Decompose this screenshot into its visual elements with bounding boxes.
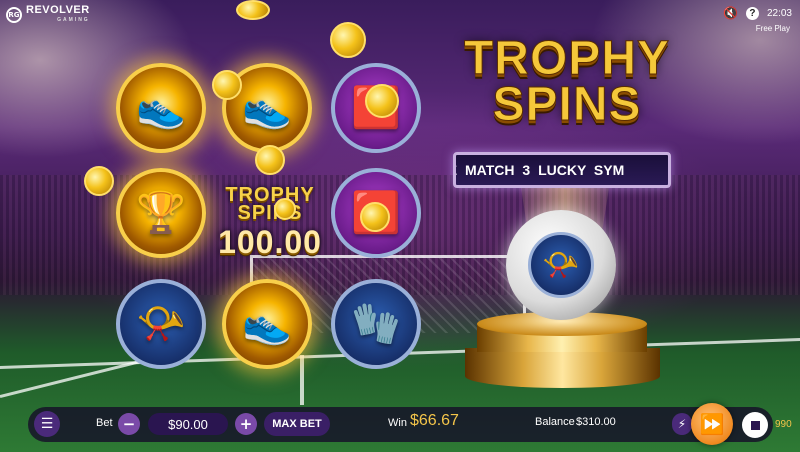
menu-button[interactable]: ☰ [34,411,60,437]
coin-icon [274,198,296,220]
bet-value: $90.00 [148,413,228,435]
hamburger-icon: ☰ [40,416,54,432]
coin-icon [330,22,366,58]
win-logo: TROPHY SPINS [200,185,340,224]
game-title-line1: TROPHY [463,32,670,85]
play-mode-label: Free Play [755,24,790,33]
win-amount: 100.00 [218,224,322,260]
coin-icon [255,145,285,175]
bet-label: Bet [96,417,113,429]
brand-badge: RG [6,7,22,23]
reel-symbol-whistle: 📯 [116,279,206,369]
coin-icon [212,70,242,100]
balance-value: $310.00 [576,416,616,428]
whistle-icon: 📯 [136,301,186,347]
coin-icon [236,0,270,20]
bet-increase-button[interactable]: + [235,413,257,435]
coin-icon [360,202,390,232]
golden-boot-icon: 👟 [242,301,292,347]
golden-boot-icon: 👟 [136,85,186,131]
reel-symbol-golden-boot: 👟 [116,63,206,153]
feature-symbol-whistle: 📯 [528,232,594,298]
whistle-icon: 📯 [542,247,580,283]
reel-symbol-golden-boot: 👟 [222,279,312,369]
brand-logo: RG REVOLVER GAMING [6,5,90,25]
trophy-icon: 🏆 [136,190,186,236]
autoplay-stop-button[interactable] [742,412,768,438]
ticker-text: AME MATCH 3 LUCKY SYM [456,162,625,178]
max-bet-button[interactable]: MAX BET [264,412,330,436]
speaker-mute-icon[interactable]: 🔇 [723,6,738,20]
clock: 22:03 [766,7,792,19]
win-label: Win [388,417,407,429]
autoplay-count: 990 [775,419,792,430]
pitch-line [300,355,304,405]
spin-button[interactable]: ⏩ [691,403,733,445]
info-ticker: AME MATCH 3 LUCKY SYM [453,152,671,188]
win-logo-line2: SPINS [237,202,303,224]
reel-symbol-golden-trophy: 🏆 [116,168,206,258]
win-value: $66.67 [410,412,459,429]
golden-boot-icon: 👟 [242,85,292,131]
bet-decrease-button[interactable]: − [118,413,140,435]
help-button[interactable]: ? [745,6,759,20]
glove-icon: 🧤 [351,301,401,347]
reel-symbol-goalkeeper-glove: 🧤 [331,279,421,369]
balance-label: Balance [535,416,575,428]
game-title: TROPHY SPINS [462,32,672,131]
coin-icon [84,166,114,196]
fast-forward-icon: ⏩ [699,412,725,436]
win-overlay: TROPHY SPINS 100.00 [200,185,340,261]
feature-ball: 📯 [506,210,616,320]
brand-subtitle: GAMING [57,17,90,23]
coin-icon [365,84,399,118]
pedestal [465,312,660,392]
game-stage: RG REVOLVER GAMING 🔇 ? 22:03 Free Play 👟… [0,0,800,452]
lightning-icon: ⚡ [677,417,687,431]
status-bar: 🔇 ? 22:03 [723,6,792,20]
turbo-button[interactable]: ⚡ [672,413,692,435]
game-title-line2: SPINS [492,78,642,131]
stop-icon [750,420,760,430]
